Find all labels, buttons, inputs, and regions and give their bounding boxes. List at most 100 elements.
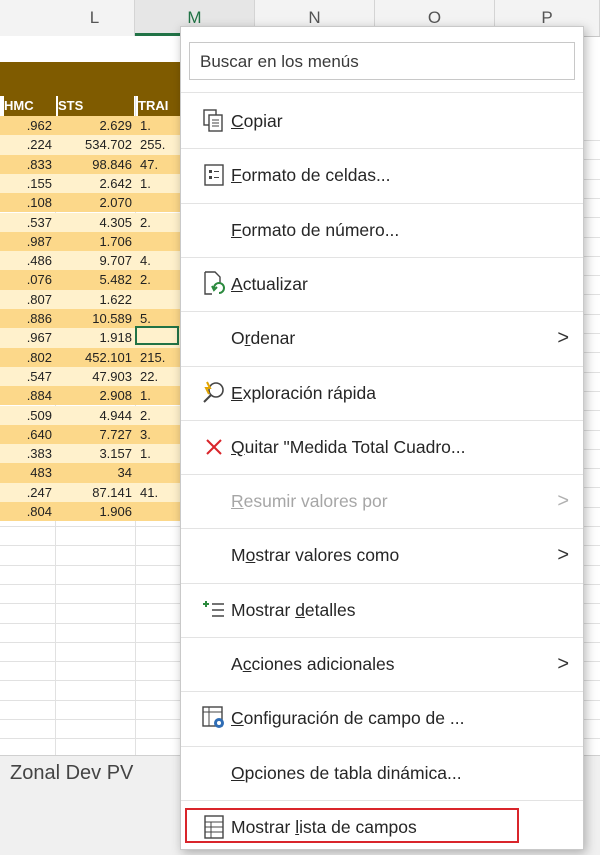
label-part: strar valores como	[255, 545, 400, 566]
table-cell[interactable]	[136, 290, 180, 309]
table-cell[interactable]: .886	[0, 309, 56, 328]
menu-item-ordenar[interactable]: Ordenar >	[181, 315, 583, 361]
table-cell[interactable]: 47.	[136, 155, 180, 174]
table-cell[interactable]	[136, 502, 180, 521]
table-cell[interactable]: 483	[0, 463, 56, 482]
menu-item-formato-de-celdas[interactable]: Formato de celdas...	[181, 152, 583, 198]
table-cell[interactable]: .962	[0, 116, 56, 135]
access-key: o	[245, 545, 256, 566]
table-cell[interactable]: 87.141	[56, 483, 136, 502]
table-cell[interactable]: 9.707	[56, 251, 136, 270]
table-cell[interactable]: .076	[0, 270, 56, 289]
table-cell[interactable]: .547	[0, 367, 56, 386]
menu-item-resumir-valores-por: Resumir valores por >	[181, 478, 583, 524]
table-cell[interactable]: 255.	[136, 135, 180, 154]
menu-item-copiar[interactable]: Copiar	[181, 98, 583, 144]
table-cell[interactable]: 1.906	[56, 502, 136, 521]
table-cell[interactable]: 1.	[136, 174, 180, 193]
table-cell[interactable]: 2.908	[56, 386, 136, 405]
menu-item-exploraci-n-r-pida[interactable]: Exploración rápida	[181, 370, 583, 416]
menu-item-label: Formato de celdas...	[231, 152, 391, 198]
table-cell[interactable]: 98.846	[56, 155, 136, 174]
table-cell[interactable]: 41.	[136, 483, 180, 502]
table-cell[interactable]: 2.	[136, 213, 180, 232]
table-cell[interactable]: .640	[0, 425, 56, 444]
table-cell[interactable]: 4.	[136, 251, 180, 270]
table-cell[interactable]: .224	[0, 135, 56, 154]
table-cell[interactable]: 3.157	[56, 444, 136, 463]
table-cell[interactable]: 7.727	[56, 425, 136, 444]
table-cell[interactable]: .807	[0, 290, 56, 309]
label-part: ctualizar	[242, 273, 308, 294]
table-cell[interactable]: .155	[0, 174, 56, 193]
label-part: esumir valores por	[243, 491, 388, 512]
table-cell[interactable]: 1.	[136, 444, 180, 463]
table-cell[interactable]: .486	[0, 251, 56, 270]
menu-item-opciones-de-tabla-din-mica[interactable]: Opciones de tabla dinámica...	[181, 750, 583, 796]
table-cell[interactable]: 3.	[136, 425, 180, 444]
table-cell[interactable]: 534.702	[56, 135, 136, 154]
table-cell[interactable]: .884	[0, 386, 56, 405]
menu-item-formato-de-n-mero[interactable]: Formato de número...	[181, 207, 583, 253]
label-part: uitar "Medida Total Cuadro...	[244, 436, 466, 457]
table-header-trai[interactable]: TRAI	[138, 96, 180, 116]
highlight-box	[185, 808, 519, 843]
menu-item-configuraci-n-de-campo-de[interactable]: Configuración de campo de ...	[181, 695, 583, 741]
table-cell[interactable]: 1.622	[56, 290, 136, 309]
table-cell[interactable]: 22.	[136, 367, 180, 386]
table-row: 483 34	[0, 463, 180, 483]
menu-separator	[181, 474, 583, 476]
access-key: Q	[231, 436, 245, 457]
table-cell[interactable]: .833	[0, 155, 56, 174]
table-cell[interactable]: 34	[56, 463, 136, 482]
table-cell[interactable]: 4.305	[56, 213, 136, 232]
blank-icon-slot	[199, 641, 229, 687]
table-header-sts[interactable]: STS	[58, 96, 134, 116]
blank-icon-slot	[199, 750, 229, 796]
column-header-L[interactable]: L	[55, 0, 135, 36]
table-cell[interactable]	[136, 232, 180, 251]
table-cell[interactable]: .967	[0, 328, 56, 347]
table-cell[interactable]: 2.070	[56, 193, 136, 212]
table-cell[interactable]: .247	[0, 483, 56, 502]
table-cell[interactable]: .509	[0, 406, 56, 425]
table-cell[interactable]	[136, 193, 180, 212]
table-cell[interactable]: .537	[0, 213, 56, 232]
menu-separator	[181, 311, 583, 313]
table-cell[interactable]: 2.629	[56, 116, 136, 135]
table-cell[interactable]: 1.	[136, 386, 180, 405]
table-cell[interactable]: 5.482	[56, 270, 136, 289]
table-cell[interactable]	[136, 463, 180, 482]
access-key: O	[231, 762, 245, 783]
menu-item-quitar-medida-total-cuadro[interactable]: Quitar "Medida Total Cuadro...	[181, 424, 583, 470]
table-cell[interactable]: 2.	[136, 270, 180, 289]
table-cell[interactable]: 1.	[136, 116, 180, 135]
menu-search-input[interactable]	[198, 43, 562, 81]
menu-item-actualizar[interactable]: Actualizar	[181, 261, 583, 307]
label-part: opiar	[243, 111, 283, 131]
table-cell[interactable]: .802	[0, 348, 56, 367]
menu-item-label: Resumir valores por	[231, 478, 388, 524]
table-cell[interactable]: 1.706	[56, 232, 136, 251]
sheet-tab-zonal-dev-pv[interactable]: Zonal Dev PV	[10, 762, 133, 785]
menu-item-mostrar-detalles[interactable]: Mostrar detalles	[181, 587, 583, 633]
table-cell[interactable]: .383	[0, 444, 56, 463]
table-header-hmc[interactable]: HMC	[4, 96, 56, 116]
table-cell[interactable]: 215.	[136, 348, 180, 367]
table-cell[interactable]: 4.944	[56, 406, 136, 425]
blank-icon-slot	[199, 478, 229, 524]
table-cell[interactable]: .804	[0, 502, 56, 521]
table-cell[interactable]: .987	[0, 232, 56, 251]
table-row: .509 4.944 2.	[0, 405, 180, 425]
menu-search-box[interactable]	[189, 42, 575, 81]
menu-item-acciones-adicionales[interactable]: Acciones adicionales >	[181, 641, 583, 687]
table-cell[interactable]: 1.918	[56, 328, 136, 347]
table-row: .383 3.157 1.	[0, 444, 180, 464]
menu-item-mostrar-valores-como[interactable]: Mostrar valores como >	[181, 532, 583, 578]
table-cell[interactable]: 10.589	[56, 309, 136, 328]
table-cell[interactable]: 2.642	[56, 174, 136, 193]
table-cell[interactable]: 2.	[136, 406, 180, 425]
table-cell[interactable]: .108	[0, 193, 56, 212]
table-cell[interactable]: 452.101	[56, 348, 136, 367]
table-cell[interactable]: 47.903	[56, 367, 136, 386]
